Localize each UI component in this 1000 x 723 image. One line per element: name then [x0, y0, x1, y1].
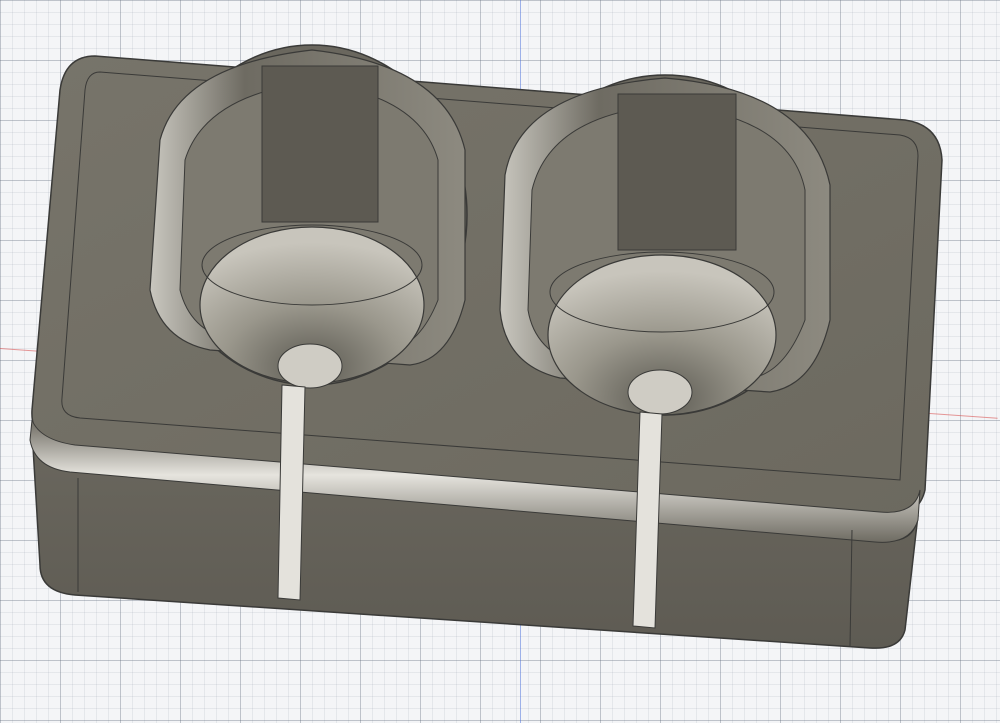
slot-left[interactable]	[277, 384, 306, 601]
cup-right[interactable]	[499, 74, 831, 416]
canvas-viewport[interactable]	[0, 0, 1000, 723]
cup-left[interactable]	[149, 44, 468, 389]
model-render[interactable]	[0, 0, 1000, 723]
